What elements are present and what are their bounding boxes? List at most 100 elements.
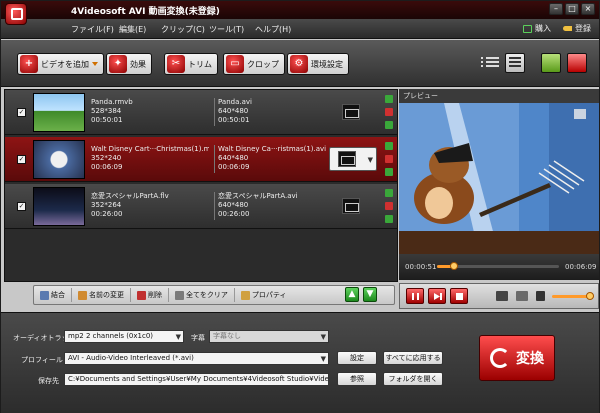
profile-settings-button[interactable]: 設定 [337,351,377,365]
progress-handle[interactable] [450,262,458,270]
format-icon[interactable] [342,198,360,214]
output-resolution: 640*480 [218,154,249,162]
app-logo-icon [5,3,27,25]
title-bar: 4Videosoft AVI 動画変換(未登録) – □ × [1,1,599,19]
source-resolution: 352*264 [91,201,122,209]
progress-slider[interactable] [437,262,559,270]
delete-button[interactable]: 削除 [131,288,169,302]
menu-edit[interactable]: 編集(E) [119,24,146,35]
move-up-button[interactable]: ▲ [345,287,359,302]
camera-icon[interactable] [496,291,508,301]
crop-button[interactable]: ▭ クロップ [223,53,285,75]
add-video-button[interactable]: + ビデオを追加 [17,53,104,75]
format-icon[interactable] [342,104,360,120]
audio-track-select[interactable]: mp2 2 channels (0x1c0) ▼ [64,330,184,343]
chevron-down-icon [92,62,98,66]
output-duration: 00:50:01 [218,116,250,124]
source-filename: Walt Disney Cart···Christmas(1).mpg [91,145,209,153]
clear-all-button[interactable]: 全てをクリア [169,288,235,302]
remove-icon[interactable] [385,155,393,163]
source-duration: 00:26:00 [91,210,123,218]
source-resolution: 528*384 [91,107,122,115]
video-thumbnail [33,93,85,132]
menu-tools[interactable]: ツール(T) [209,24,244,35]
merge-button[interactable]: 結合 [34,288,72,302]
settings-button[interactable]: ⚙ 環境設定 [287,53,349,75]
convert-button[interactable]: 変換 [479,335,555,381]
preview-title: プレビュー [399,89,599,103]
properties-icon [240,290,250,300]
detail-view-icon[interactable] [505,53,525,73]
format-dropdown[interactable]: ▼ [329,147,377,171]
file-list: ✓ Panda.rmvb 528*384 00:50:01 Panda.avi … [4,89,398,282]
volume-icon[interactable] [536,291,545,301]
browse-button[interactable]: 参照 [337,372,377,386]
chevron-down-icon: ▼ [367,156,373,164]
save-path-input[interactable]: C:¥Documents and Settings¥User¥My Docume… [64,373,329,386]
effect-button[interactable]: ✦ 効果 [106,53,152,75]
menu-file[interactable]: ファイル(F) [71,24,114,35]
folder-icon[interactable] [516,291,528,301]
row-checkbox[interactable]: ✓ [17,202,26,211]
list-view-icon[interactable] [481,55,499,71]
subtitle-select[interactable]: 字幕なし ▼ [209,330,329,343]
scissors-icon: ✂ [167,55,185,73]
file-row[interactable]: ✓ 恋愛スペシャルPartA.flv 352*264 00:26:00 恋愛スペ… [5,184,397,229]
output-resolution: 640*480 [218,201,249,209]
refresh-icon [490,348,510,368]
row-checkbox[interactable]: ✓ [17,108,26,117]
add-icon: + [20,55,38,73]
trim-button[interactable]: ✂ トリム [164,53,218,75]
output-settings-panel: オーディオトラック mp2 2 channels (0x1c0) ▼ 字幕 字幕な… [1,312,599,413]
profile-label: プロフィール [21,356,63,364]
output-resolution: 640*480 [218,107,249,115]
trash-icon [175,290,184,300]
subtitle-label: 字幕 [191,334,205,342]
cart-icon [523,24,532,33]
gear-icon: ⚙ [290,55,308,73]
close-icon[interactable]: × [581,3,595,15]
maximize-icon[interactable]: □ [565,3,579,15]
window-title: 4Videosoft AVI 動画変換(未登録) [71,7,220,17]
delete-icon [137,290,146,300]
step-forward-button[interactable] [428,288,446,304]
crop-icon: ▭ [226,55,244,73]
volume-slider[interactable] [552,292,594,300]
volume-handle[interactable] [586,292,594,300]
minimize-icon[interactable]: – [549,3,563,15]
source-duration: 00:06:09 [91,163,123,171]
move-down-button[interactable]: ▼ [363,287,377,302]
info-icon[interactable] [385,121,393,129]
purchase-link[interactable]: 購入 [523,23,551,34]
profile-select[interactable]: AVI - Audio-Video Interleaved (*.avi) ▼ [64,352,329,365]
menu-clip[interactable]: クリップ(C) [161,24,205,35]
row-checkbox[interactable]: ✓ [17,155,26,164]
preview-video [399,103,599,254]
edit-icon[interactable] [385,189,393,197]
register-link[interactable]: 登録 [563,23,591,34]
rename-button[interactable]: 名前の変更 [72,288,131,302]
nvidia-cuda-icon [541,53,561,73]
list-action-bar: 結合 名前の変更 削除 全てをクリア プロパティ [33,285,395,305]
file-row[interactable]: ✓ Panda.rmvb 528*384 00:50:01 Panda.avi … [5,90,397,135]
total-time: 00:06:09 [565,263,597,271]
remove-icon[interactable] [385,108,393,116]
edit-icon[interactable] [385,142,393,150]
stop-button[interactable] [450,288,468,304]
apply-to-all-button[interactable]: すべてに応用する [383,351,443,365]
remove-icon[interactable] [385,202,393,210]
file-row-selected[interactable]: ✓ Walt Disney Cart···Christmas(1).mpg 35… [5,137,397,182]
video-thumbnail [33,187,85,226]
info-icon[interactable] [385,215,393,223]
effect-icon: ✦ [109,55,127,73]
merge-icon [40,290,49,300]
format-icon [338,151,356,167]
properties-button[interactable]: プロパティ [235,288,293,302]
info-icon[interactable] [385,168,393,176]
pencil-icon [78,290,87,300]
amd-app-icon [567,53,587,73]
pause-button[interactable] [406,288,424,304]
edit-icon[interactable] [385,95,393,103]
open-folder-button[interactable]: フォルダを開く [383,372,443,386]
menu-help[interactable]: ヘルプ(H) [255,24,291,35]
